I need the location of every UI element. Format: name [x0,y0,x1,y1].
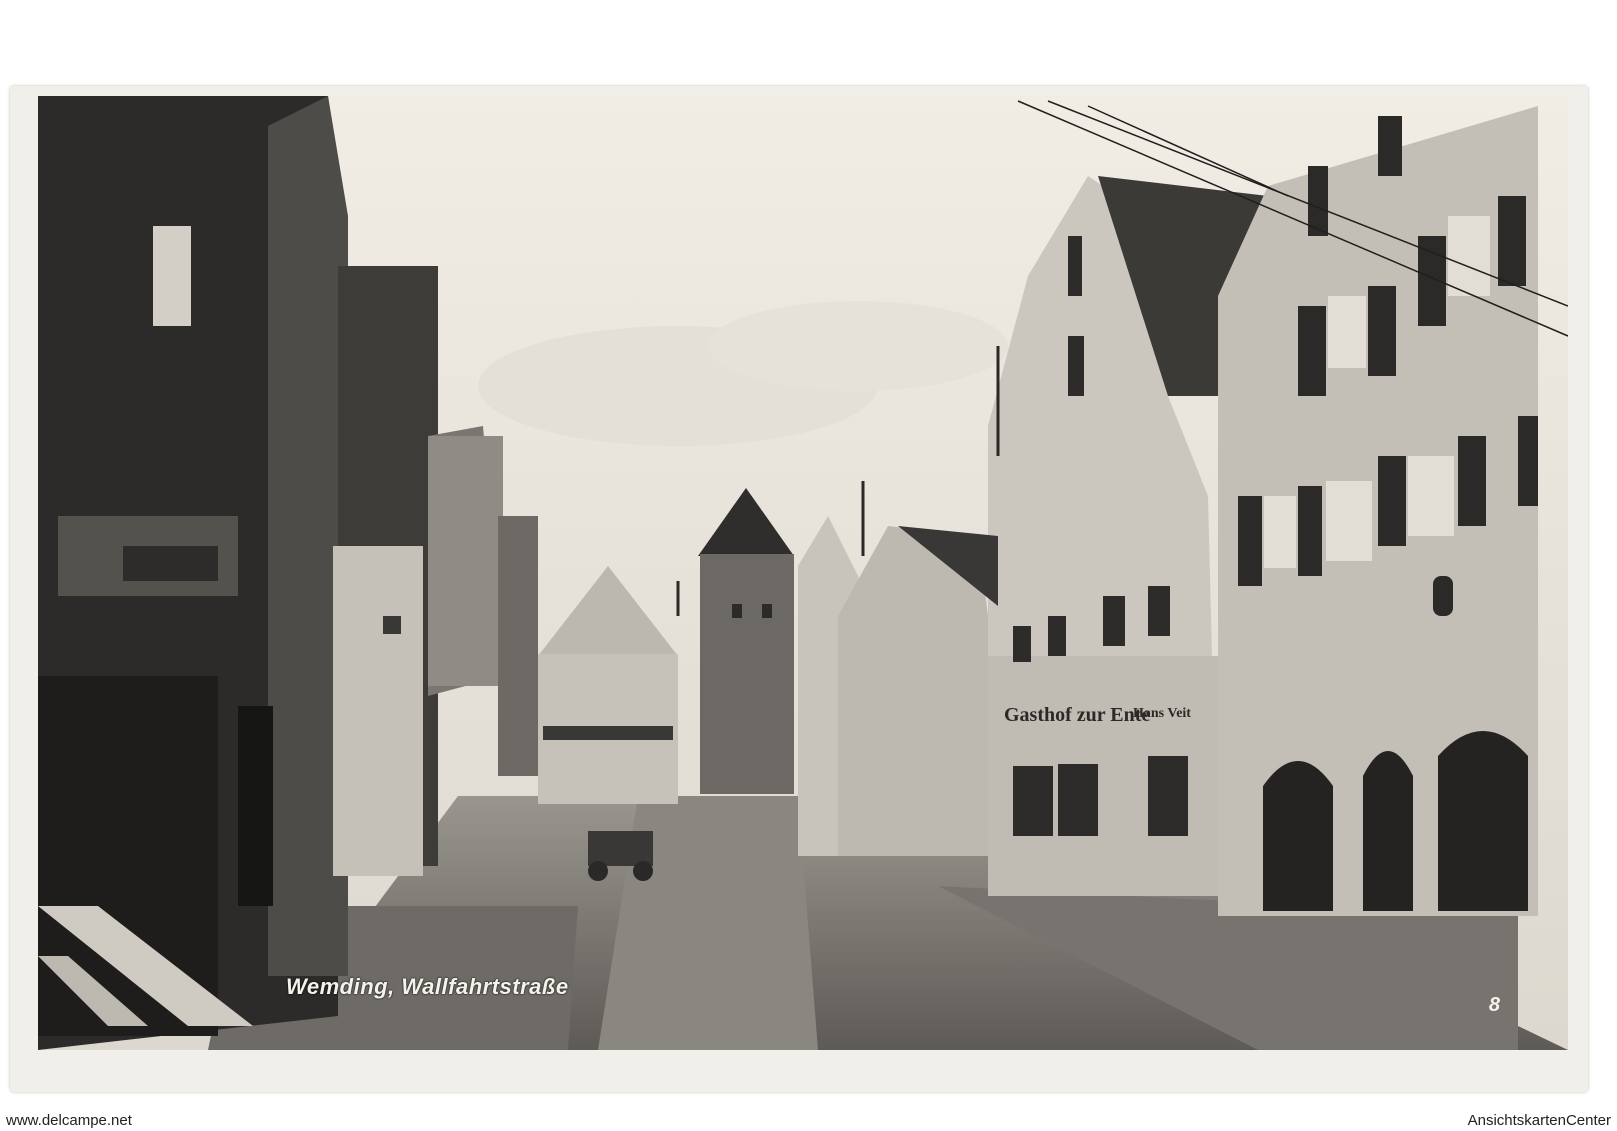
postcard-caption: Wemding, Wallfahrtstraße [286,974,569,999]
watermark-right: AnsichtskartenCenter [1467,1112,1611,1129]
inn-owner-sign: Hans Veit [1133,706,1191,721]
watermark-left: www.delcampe.net [6,1112,132,1129]
postcard-number: 8 [1488,994,1500,1016]
street-photograph: Gasthof zur Ente Hans Veit Wemding, Wall… [38,96,1568,1050]
inn-sign: Gasthof zur Ente [1004,704,1151,726]
